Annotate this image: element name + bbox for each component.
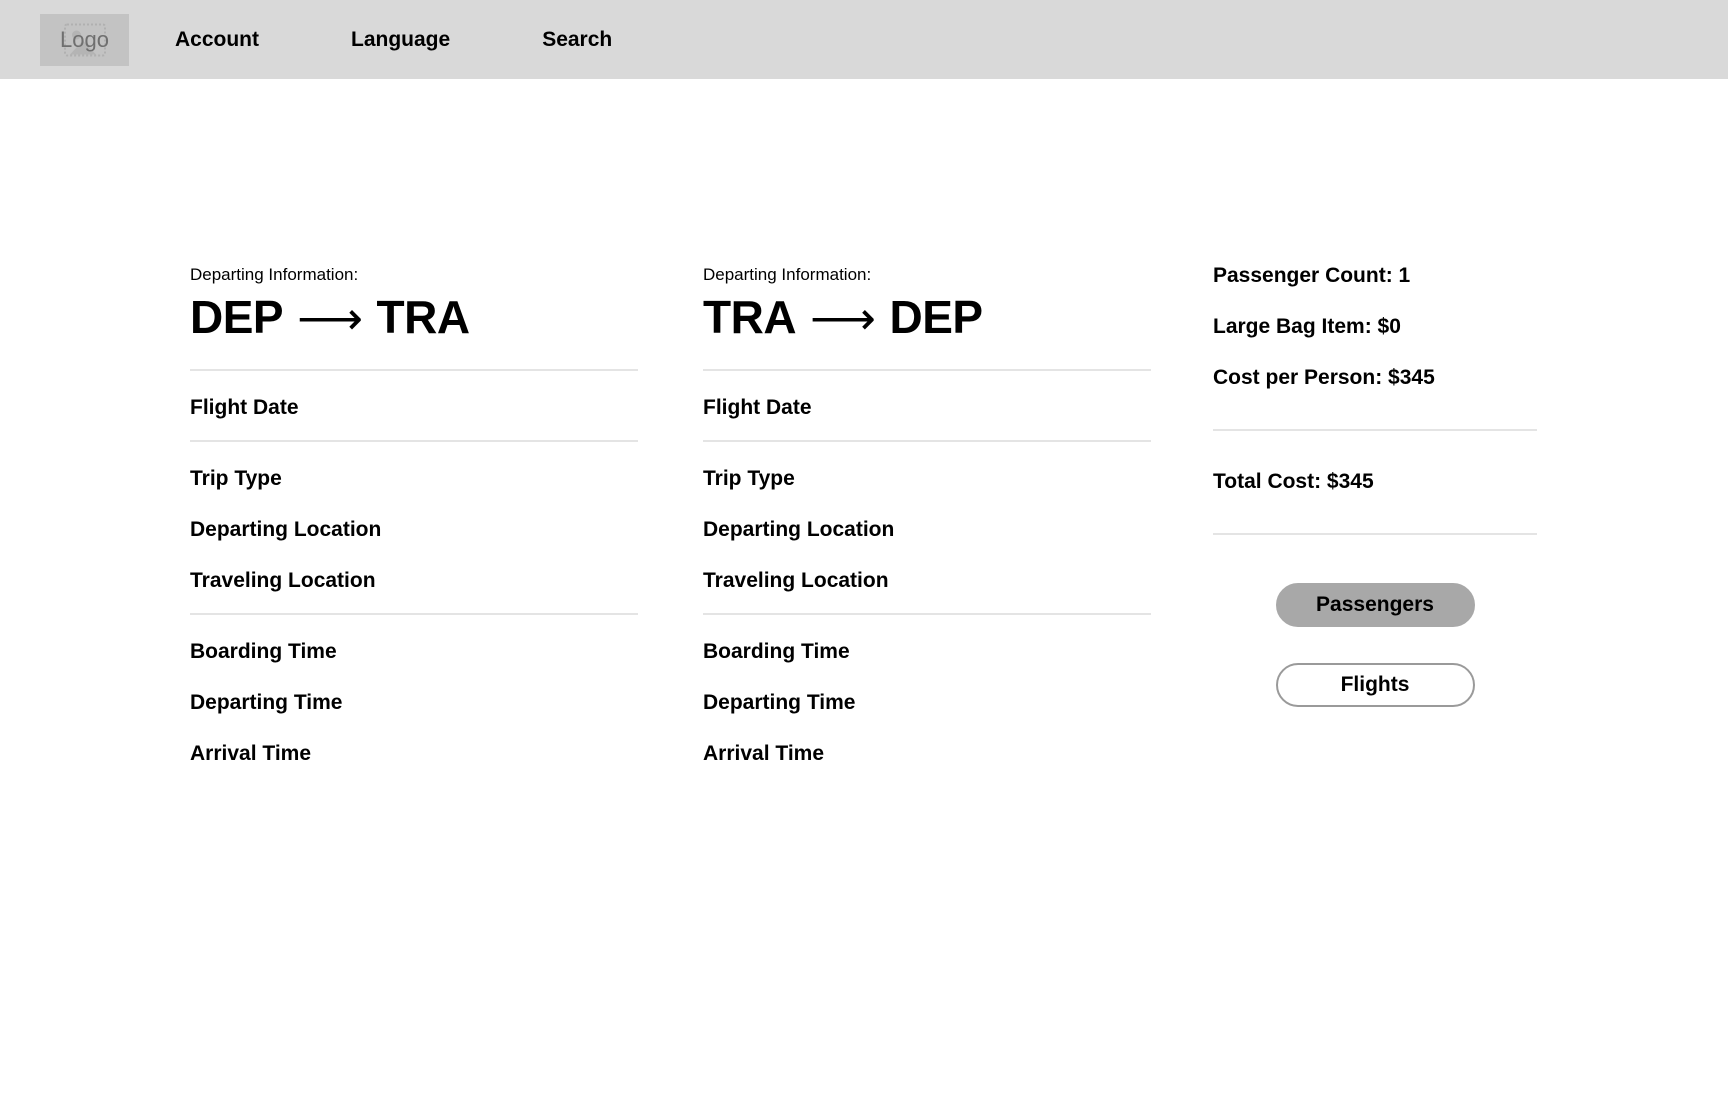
field-departing-location[interactable]: Departing Location [703,519,1151,540]
flight-date-group: Flight Date [703,371,1151,418]
route-origin: DEP [190,291,284,343]
cost-summary-panel: Passenger Count: 1 Large Bag Item: $0 Co… [1213,265,1537,707]
route-heading: DEP ⟶ TRA [190,291,638,344]
arrow-right-icon: ⟶ [297,291,363,344]
field-trip-type[interactable]: Trip Type [190,468,638,489]
nav-item-search[interactable]: Search [542,28,612,52]
main-nav: Account Language Search [175,28,704,52]
route-destination: TRA [376,291,471,343]
departing-information-label: Departing Information: [190,265,359,284]
field-flight-date[interactable]: Flight Date [703,397,1151,418]
nav-item-account[interactable]: Account [175,28,259,52]
trip-details-group: Trip Type Departing Location Traveling L… [190,442,638,591]
large-bag-item-line: Large Bag Item: $0 [1213,315,1401,338]
field-arrival-time[interactable]: Arrival Time [703,743,1151,764]
field-boarding-time[interactable]: Boarding Time [703,641,1151,662]
route-destination: DEP [889,291,984,343]
logo[interactable]: Logo [40,13,129,66]
flight-card-return: Departing Information: TRA ⟶ DEP Flight … [703,265,1151,764]
divider [1213,429,1537,431]
field-departing-time[interactable]: Departing Time [190,692,638,713]
flight-card-outbound: Departing Information: DEP ⟶ TRA Flight … [190,265,638,764]
top-navigation-bar: Logo Account Language Search [0,0,1728,79]
flight-date-group: Flight Date [190,371,638,418]
route-origin: TRA [703,291,797,343]
field-flight-date[interactable]: Flight Date [190,397,638,418]
summary-actions: Passengers Flights [1213,583,1537,707]
passengers-button[interactable]: Passengers [1275,583,1475,627]
divider [1213,533,1537,535]
flights-button[interactable]: Flights [1275,663,1475,707]
total-cost-line: Total Cost: $345 [1213,470,1374,493]
field-boarding-time[interactable]: Boarding Time [190,641,638,662]
departing-information-label: Departing Information: [703,265,872,284]
field-traveling-location[interactable]: Traveling Location [190,570,638,591]
passenger-count-line: Passenger Count: 1 [1213,264,1411,287]
field-arrival-time[interactable]: Arrival Time [190,743,638,764]
field-traveling-location[interactable]: Traveling Location [703,570,1151,591]
main-content: Departing Information: DEP ⟶ TRA Flight … [0,79,1728,1117]
field-trip-type[interactable]: Trip Type [703,468,1151,489]
nav-item-language[interactable]: Language [351,28,450,52]
cost-per-person-line: Cost per Person: $345 [1213,366,1435,389]
times-group: Boarding Time Departing Time Arrival Tim… [190,615,638,764]
trip-details-group: Trip Type Departing Location Traveling L… [703,442,1151,591]
arrow-right-icon: ⟶ [810,291,876,344]
times-group: Boarding Time Departing Time Arrival Tim… [703,615,1151,764]
field-departing-location[interactable]: Departing Location [190,519,638,540]
route-heading: TRA ⟶ DEP [703,291,1151,344]
logo-text: Logo [60,26,109,52]
field-departing-time[interactable]: Departing Time [703,692,1151,713]
